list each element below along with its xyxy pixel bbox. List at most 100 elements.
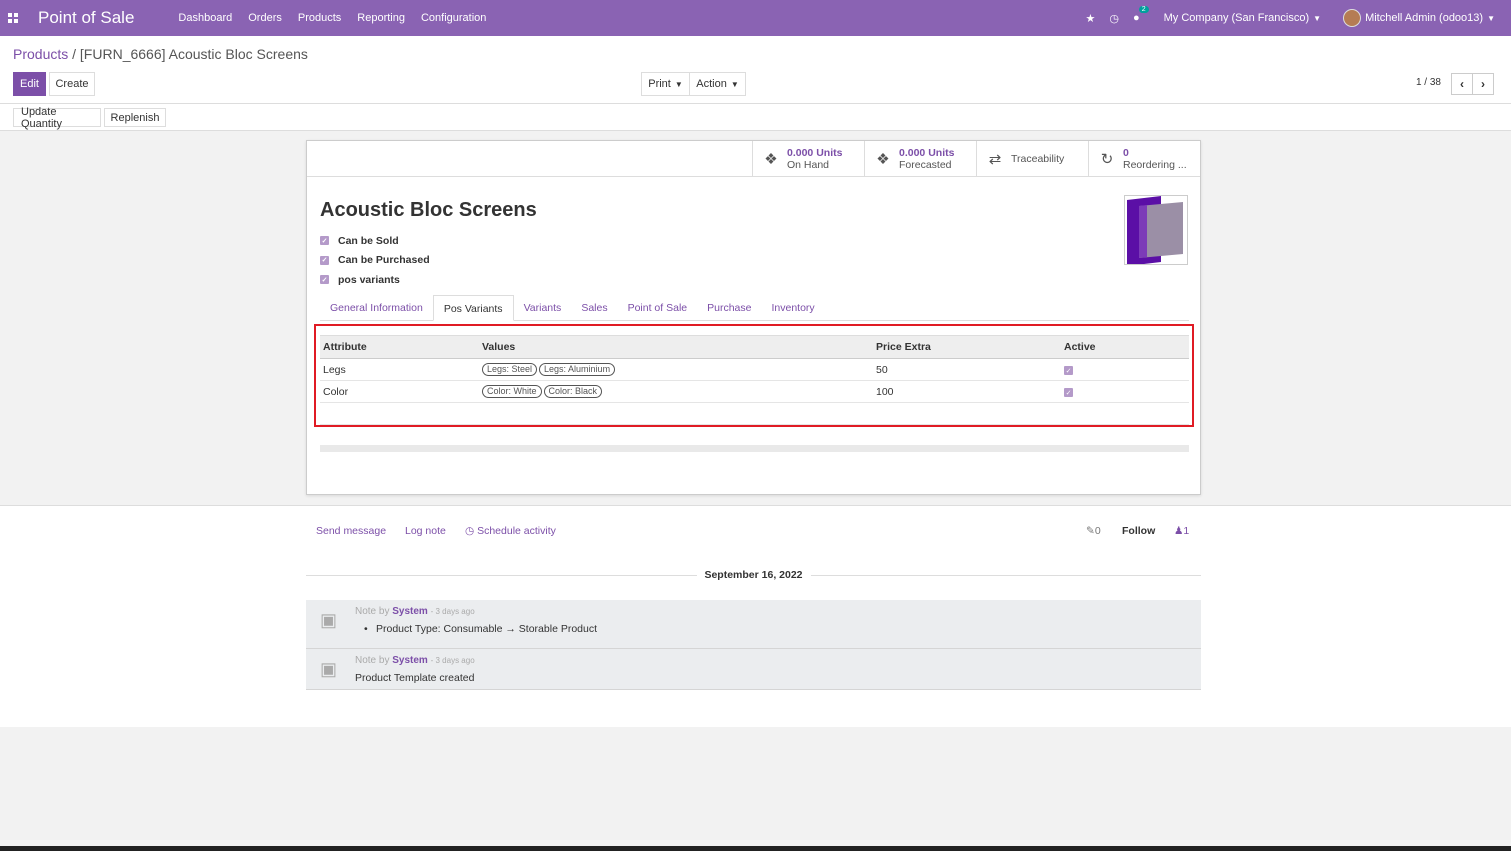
- product-options: ✓ Can be Sold ✓ Can be Purchased ✓ pos vari…: [320, 231, 430, 290]
- message-text: Product Type: Consumable → Storable Prod…: [376, 623, 598, 635]
- pager-next-button[interactable]: ›: [1472, 73, 1494, 95]
- message-author[interactable]: System: [392, 655, 428, 666]
- pos-variants-label: pos variants: [338, 273, 400, 286]
- reordering-value: 0: [1123, 146, 1129, 159]
- date-label: September 16, 2022: [696, 569, 811, 581]
- can-be-sold-row: ✓ Can be Sold: [320, 231, 430, 251]
- table-row[interactable]: Color Color: White Color: Black 100 ✓: [320, 380, 1189, 403]
- app-title[interactable]: Point of Sale: [38, 8, 134, 28]
- message-prefix: Note by: [355, 655, 390, 666]
- price-extra-cell: 50: [873, 358, 1061, 381]
- tab-point-of-sale[interactable]: Point of Sale: [618, 295, 698, 321]
- forecasted-value: 0.000 Units: [899, 146, 955, 159]
- column-active[interactable]: Active: [1061, 335, 1189, 359]
- traceability-button[interactable]: ⇄ Traceability: [976, 141, 1088, 176]
- tab-general-information[interactable]: General Information: [320, 295, 433, 321]
- active-checkbox[interactable]: ✓: [1064, 388, 1073, 397]
- tab-sales[interactable]: Sales: [571, 295, 617, 321]
- log-note-button[interactable]: Log note: [405, 525, 446, 537]
- main-menu: Dashboard Orders Products Reporting Conf…: [178, 12, 486, 24]
- table-row[interactable]: Legs Legs: Steel Legs: Aluminium 50 ✓: [320, 358, 1189, 381]
- create-button[interactable]: Create: [49, 72, 95, 96]
- navbar-systray: ★ ◷ ● 2 My Company (San Francisco) ▼ Mitch…: [1086, 0, 1495, 36]
- breadcrumb-separator: /: [72, 46, 77, 62]
- product-name[interactable]: Acoustic Bloc Screens: [320, 199, 537, 222]
- message-prefix: Note by: [355, 606, 390, 617]
- on-hand-label: On Hand: [787, 158, 830, 171]
- menu-configuration[interactable]: Configuration: [421, 12, 486, 24]
- camera-icon: ▣: [320, 610, 338, 630]
- pager-previous-button[interactable]: ‹: [1451, 73, 1473, 95]
- menu-dashboard[interactable]: Dashboard: [178, 12, 232, 24]
- forecasted-button[interactable]: ❖ 0.000 Units Forecasted: [864, 141, 976, 176]
- values-cell: Color: White Color: Black: [479, 380, 873, 403]
- user-menu[interactable]: Mitchell Admin (odoo13) ▼: [1343, 9, 1495, 27]
- smart-button-box: ❖ 0.000 Units On Hand ❖ 0.000 Units Foreca…: [752, 141, 1200, 177]
- table-footer-bar: [320, 445, 1189, 452]
- value-tag: Color: White: [482, 385, 542, 398]
- edit-button[interactable]: Edit: [13, 72, 46, 96]
- followers-count: 1: [1183, 525, 1190, 537]
- tab-variants[interactable]: Variants: [514, 295, 572, 321]
- can-be-purchased-row: ✓ Can be Purchased: [320, 251, 430, 271]
- company-name: My Company (San Francisco): [1163, 12, 1310, 24]
- camera-icon: ▣: [320, 659, 338, 679]
- form-sheet: ❖ 0.000 Units On Hand ❖ 0.000 Units Foreca…: [306, 140, 1201, 495]
- company-switcher[interactable]: My Company (San Francisco) ▼: [1164, 12, 1321, 24]
- forecasted-label: Forecasted: [899, 158, 952, 171]
- date-separator: September 16, 2022: [306, 569, 1201, 583]
- breadcrumb-products[interactable]: Products: [13, 46, 68, 62]
- user-icon: ♟: [1174, 525, 1184, 537]
- message-header: Note by System - 3 days ago: [355, 655, 475, 666]
- price-extra-cell: 100: [873, 380, 1061, 403]
- cubes-icon: ❖: [764, 150, 778, 168]
- replenish-button[interactable]: Replenish: [104, 108, 166, 127]
- value-tag: Legs: Aluminium: [539, 363, 616, 376]
- refresh-icon: ↻: [1100, 150, 1114, 168]
- can-be-sold-checkbox[interactable]: ✓: [320, 236, 329, 246]
- attribute-cell: Color: [320, 380, 479, 403]
- pos-variants-checkbox[interactable]: ✓: [320, 275, 329, 285]
- followers-button[interactable]: ♟1: [1174, 525, 1189, 537]
- column-attribute[interactable]: Attribute: [320, 335, 479, 359]
- empty-row: [320, 402, 1189, 425]
- traceability-label: Traceability: [1011, 152, 1065, 165]
- menu-products[interactable]: Products: [298, 12, 341, 24]
- on-hand-button[interactable]: ❖ 0.000 Units On Hand: [752, 141, 864, 176]
- product-image[interactable]: [1124, 195, 1188, 266]
- update-quantity-button[interactable]: Update Quantity: [13, 106, 101, 130]
- column-values[interactable]: Values: [479, 335, 873, 359]
- schedule-activity-button[interactable]: ◷ Schedule activity: [465, 525, 556, 537]
- active-cell: ✓: [1061, 380, 1189, 403]
- pager-value[interactable]: 1 / 38: [1416, 77, 1441, 88]
- active-checkbox[interactable]: ✓: [1064, 366, 1073, 375]
- message-time: - 3 days ago: [430, 656, 475, 665]
- menu-reporting[interactable]: Reporting: [357, 12, 405, 24]
- attachment-count[interactable]: ✎0: [1086, 525, 1101, 537]
- column-price-extra[interactable]: Price Extra: [873, 335, 1061, 359]
- table-header-row: Attribute Values Price Extra Active: [320, 335, 1189, 359]
- caret-down-icon: ▼: [730, 79, 739, 89]
- print-dropdown[interactable]: Print ▼: [641, 72, 690, 96]
- tab-pos-variants[interactable]: Pos Variants: [432, 295, 514, 321]
- avatar: [1343, 9, 1362, 27]
- chat-icon[interactable]: ● 2: [1133, 6, 1149, 24]
- apps-menu-icon[interactable]: [8, 13, 32, 23]
- clock-icon[interactable]: ◷: [1109, 12, 1119, 25]
- attribute-cell: Legs: [320, 358, 479, 381]
- send-message-button[interactable]: Send message: [316, 525, 386, 537]
- menu-orders[interactable]: Orders: [248, 12, 282, 24]
- tab-purchase[interactable]: Purchase: [697, 295, 761, 321]
- values-cell: Legs: Steel Legs: Aluminium: [479, 358, 873, 381]
- bug-icon[interactable]: ★: [1086, 12, 1096, 25]
- follow-button[interactable]: Follow: [1122, 525, 1155, 537]
- tab-inventory[interactable]: Inventory: [761, 295, 824, 321]
- schedule-activity-label: Schedule activity: [477, 525, 556, 537]
- exchange-icon: ⇄: [988, 150, 1002, 168]
- reordering-button[interactable]: ↻ 0 Reordering ...: [1088, 141, 1200, 176]
- can-be-purchased-checkbox[interactable]: ✓: [320, 255, 329, 265]
- action-dropdown[interactable]: Action ▼: [689, 72, 746, 96]
- value-tag: Legs: Steel: [482, 363, 538, 376]
- message-author[interactable]: System: [392, 606, 428, 617]
- message-time: - 3 days ago: [430, 607, 475, 616]
